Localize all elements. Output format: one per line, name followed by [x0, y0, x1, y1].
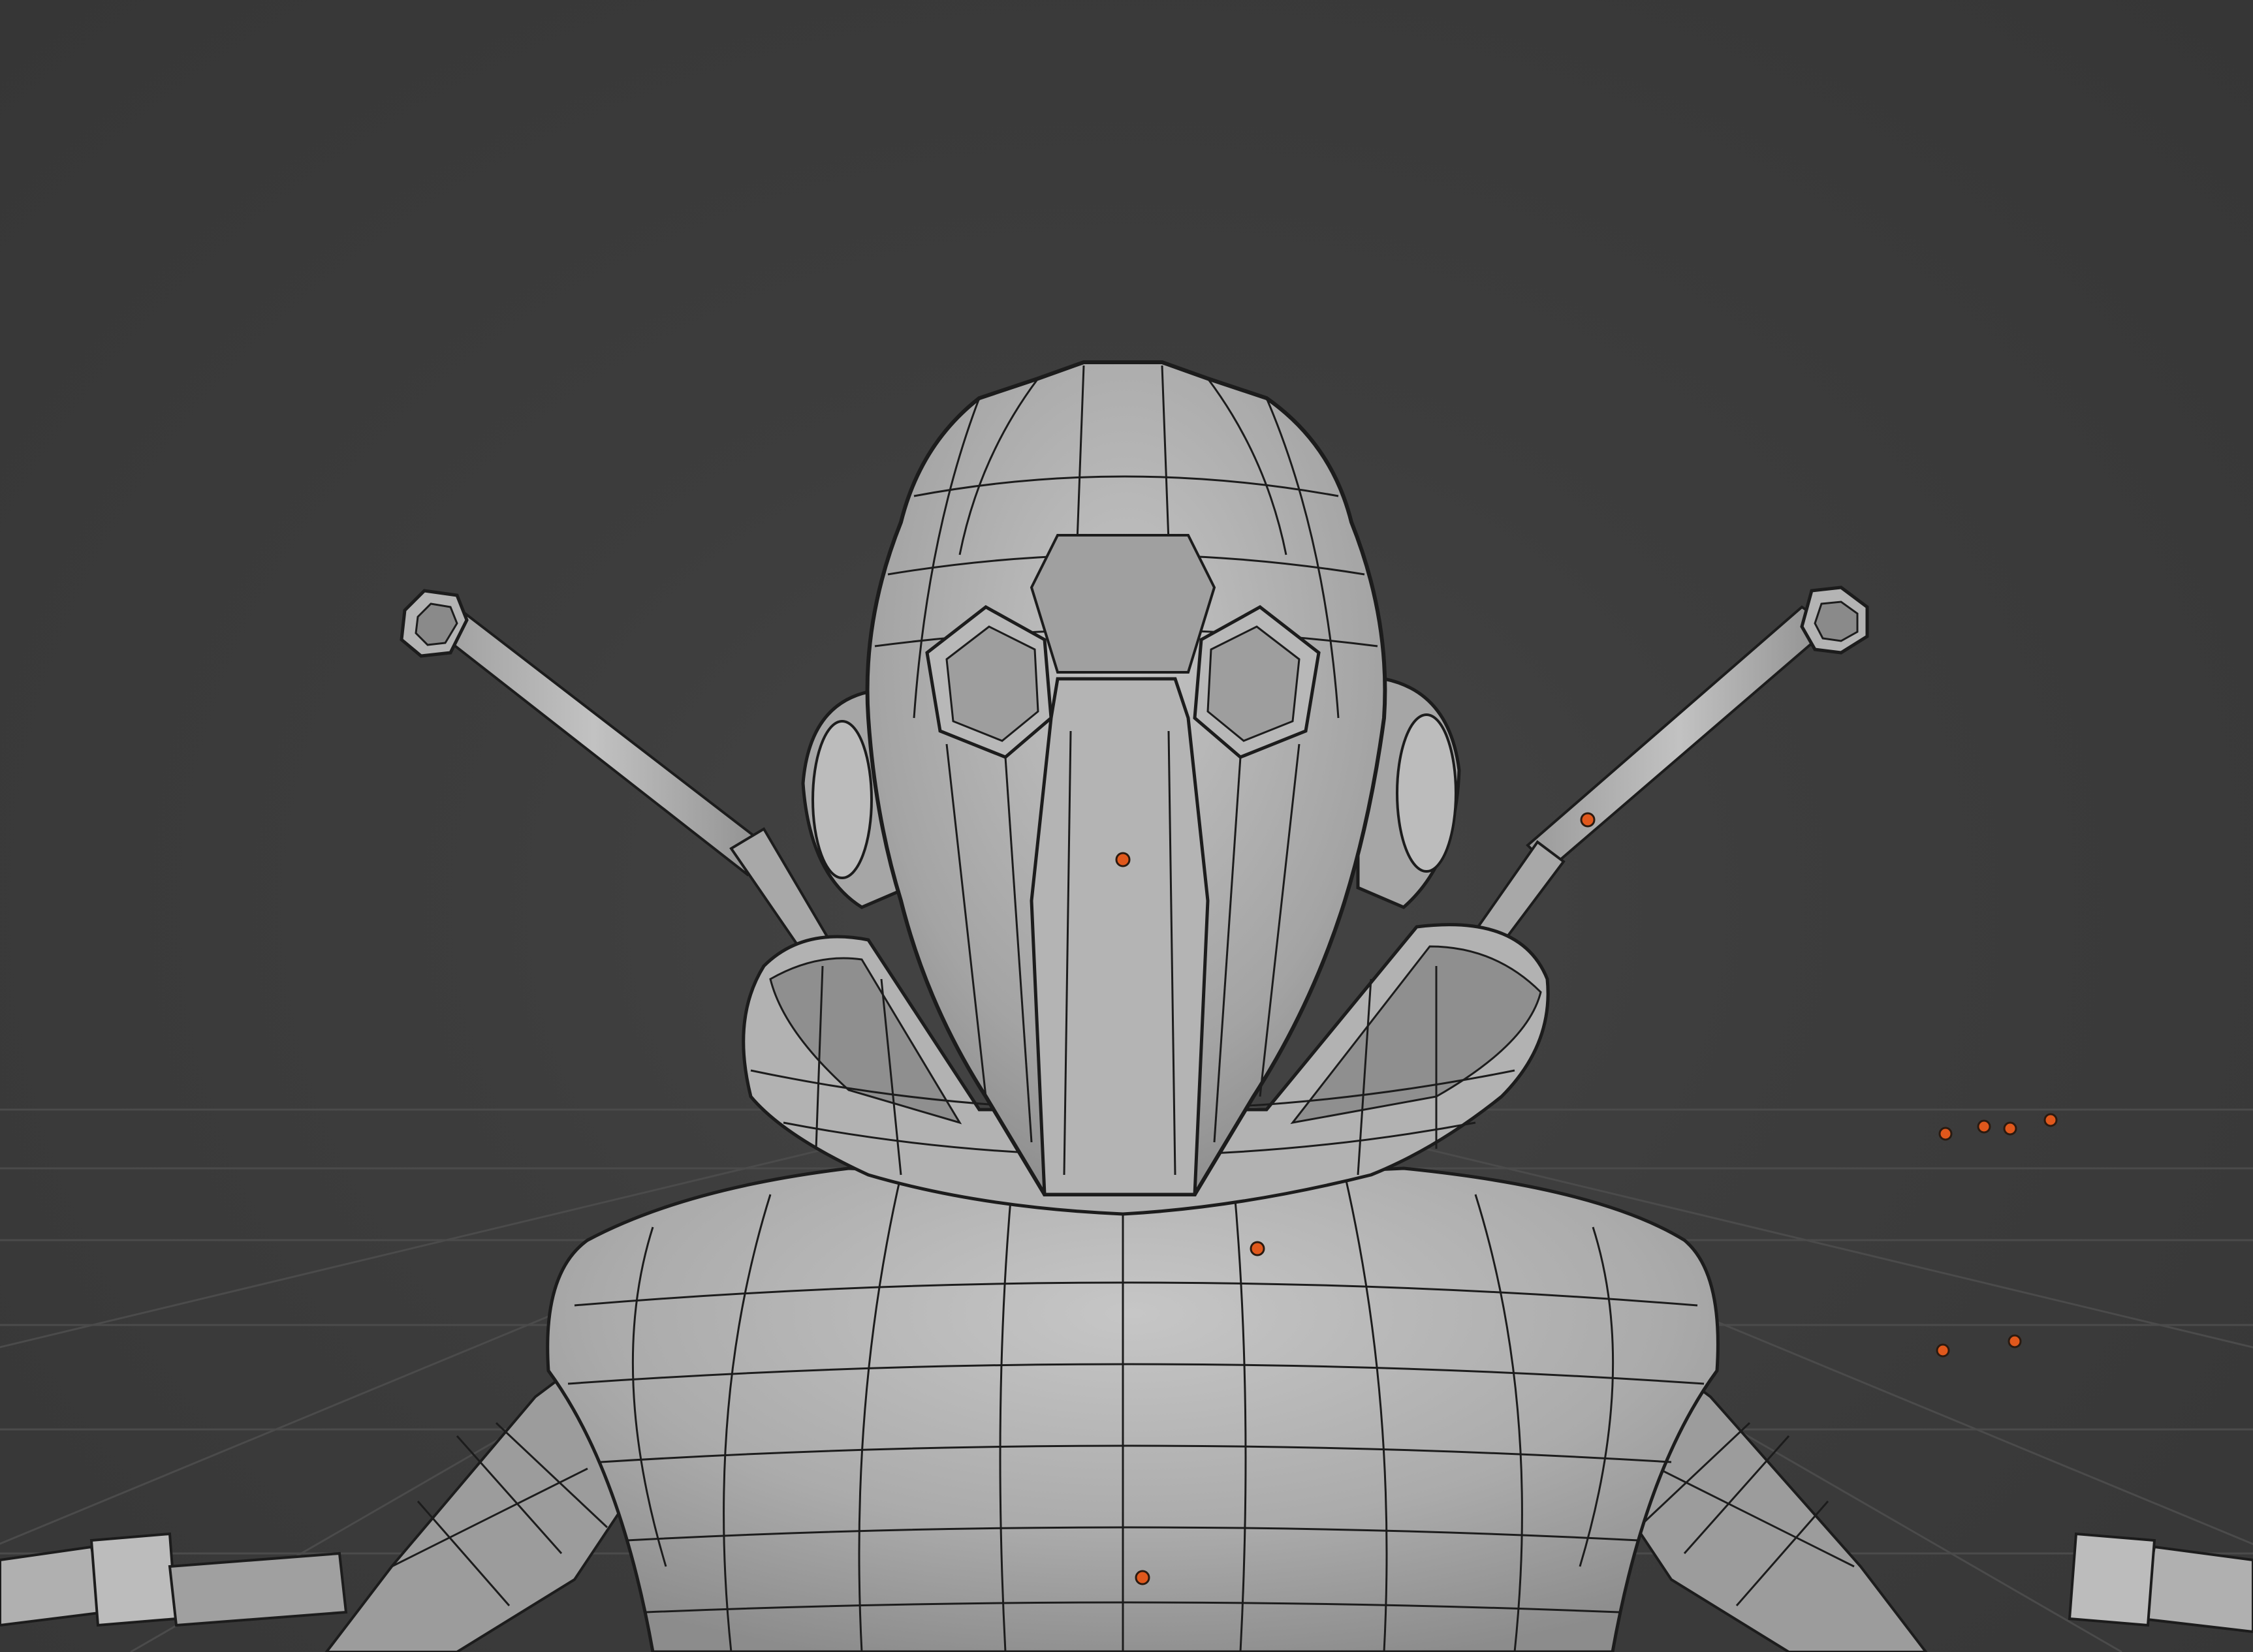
brow-plate — [1030, 534, 1216, 674]
back-antenna-left[interactable] — [400, 589, 831, 955]
torso[interactable] — [546, 1166, 1720, 1652]
visor — [1030, 677, 1210, 1196]
back-antenna-right[interactable] — [1467, 585, 1869, 955]
3d-viewport[interactable] — [0, 0, 2253, 1652]
left-arm[interactable] — [0, 1356, 655, 1652]
viewport-canvas[interactable] — [0, 0, 2253, 1652]
